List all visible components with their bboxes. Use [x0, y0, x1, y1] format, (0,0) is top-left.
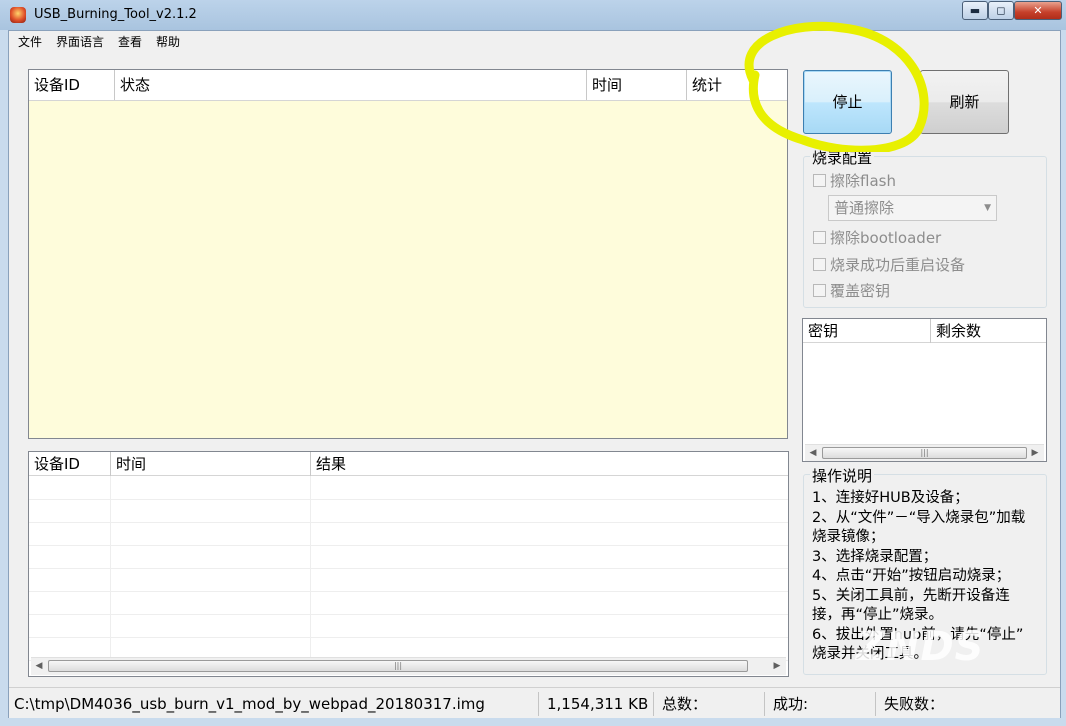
burn-config-title: 烧录配置: [810, 147, 875, 168]
menu-view[interactable]: 查看: [118, 33, 142, 50]
scroll-thumb[interactable]: |||: [48, 660, 748, 672]
key-hscrollbar[interactable]: ◀ ||| ▶: [805, 444, 1044, 461]
column-stats[interactable]: 统计: [687, 70, 787, 100]
status-bar: C:\tmp\DM4036_usb_burn_v1_mod_by_webpad_…: [9, 687, 1060, 718]
table-cell-divider: [110, 476, 111, 499]
column-device-id[interactable]: 设备ID: [29, 452, 111, 476]
minimize-button[interactable]: ▬: [962, 1, 988, 20]
table-cell-divider: [310, 545, 311, 568]
window-title: USB_Burning_Tool_v2.1.2: [34, 7, 197, 22]
instruction-line: 5、关闭工具前，先断开设备连: [812, 587, 1010, 604]
checkbox-icon[interactable]: [813, 174, 826, 187]
status-fail: 失败数：: [884, 695, 945, 713]
erase-mode-value: 普通擦除: [834, 199, 895, 217]
column-device-id[interactable]: 设备ID: [29, 70, 115, 100]
instruction-line: 2、从“文件”－“导入烧录包”加载: [812, 509, 1026, 526]
table-cell-divider: [310, 568, 311, 591]
scroll-right-icon[interactable]: ▶: [1027, 445, 1043, 461]
app-icon: [10, 7, 26, 23]
menu-file[interactable]: 文件: [18, 33, 42, 50]
column-time[interactable]: 时间: [587, 70, 687, 100]
status-success: 成功:: [768, 692, 876, 716]
scroll-left-icon[interactable]: ◀: [31, 658, 47, 675]
menu-help[interactable]: 帮助: [156, 33, 180, 50]
instruction-line: 1、连接好HUB及设备；: [812, 490, 969, 506]
scroll-thumb[interactable]: |||: [822, 447, 1027, 459]
column-status[interactable]: 状态: [115, 70, 587, 100]
table-row[interactable]: [29, 568, 788, 592]
chevron-down-icon: ▼: [984, 203, 991, 213]
table-cell-divider: [110, 591, 111, 614]
reboot-after-label: 烧录成功后重启设备: [830, 256, 966, 274]
result-table-header: 设备ID 时间 结果: [29, 452, 788, 476]
menu-bar: 文件 界面语言 查看 帮助: [9, 31, 1060, 51]
scroll-left-icon[interactable]: ◀: [805, 445, 821, 461]
refresh-button[interactable]: 刷新: [920, 70, 1009, 134]
close-button[interactable]: ✕: [1014, 1, 1062, 20]
erase-bootloader-checkbox[interactable]: 擦除bootloader: [813, 227, 941, 248]
checkbox-icon[interactable]: [813, 284, 826, 297]
status-file-path: C:\tmp\DM4036_usb_burn_v1_mod_by_webpad_…: [9, 692, 539, 716]
table-row[interactable]: [29, 522, 788, 546]
key-table-header: 密钥 剩余数: [803, 319, 1046, 343]
table-row[interactable]: [29, 545, 788, 569]
result-hscrollbar[interactable]: ◀ ||| ▶: [31, 657, 786, 675]
device-table[interactable]: 设备ID 状态 时间 统计: [28, 69, 788, 439]
erase-flash-label: 擦除flash: [830, 172, 896, 190]
menu-language[interactable]: 界面语言: [56, 33, 104, 50]
overwrite-key-label: 覆盖密钥: [830, 282, 891, 300]
column-time[interactable]: 时间: [111, 452, 311, 476]
instruction-line: 接，再“停止”烧录。: [812, 607, 944, 623]
instruction-line: 4、点击“开始”按钮启动烧录；: [812, 568, 1011, 584]
instructions-title: 操作说明: [810, 465, 875, 486]
scroll-right-icon[interactable]: ▶: [769, 658, 785, 675]
key-table[interactable]: 密钥 剩余数 ◀ ||| ▶: [802, 318, 1047, 462]
checkbox-icon[interactable]: [813, 258, 826, 271]
table-row[interactable]: [29, 614, 788, 638]
title-bar[interactable]: USB_Burning_Tool_v2.1.2 ▬ ◻ ✕: [0, 0, 1066, 30]
table-row[interactable]: [29, 499, 788, 523]
column-result[interactable]: 结果: [311, 452, 788, 476]
table-cell-divider: [110, 614, 111, 637]
instruction-line: 烧录镜像；: [812, 529, 885, 545]
table-cell-divider: [310, 614, 311, 637]
checkbox-icon[interactable]: [813, 231, 826, 244]
table-row[interactable]: [29, 476, 788, 500]
client-area: 文件 界面语言 查看 帮助 设备ID 状态 时间 统计 设备ID 时间 结果 ◀: [8, 30, 1061, 718]
table-row[interactable]: [29, 591, 788, 615]
status-total: 总数：: [657, 692, 765, 716]
table-cell-divider: [110, 522, 111, 545]
reboot-after-checkbox[interactable]: 烧录成功后重启设备: [813, 254, 965, 275]
table-cell-divider: [110, 499, 111, 522]
table-cell-divider: [110, 568, 111, 591]
erase-bootloader-label: 擦除bootloader: [830, 229, 942, 247]
table-cell-divider: [310, 522, 311, 545]
overwrite-key-checkbox[interactable]: 覆盖密钥: [813, 280, 890, 301]
maximize-button[interactable]: ◻: [988, 1, 1014, 20]
table-cell-divider: [310, 499, 311, 522]
table-cell-divider: [310, 476, 311, 499]
status-file-size: 1,154,311 KB: [542, 692, 654, 716]
result-table[interactable]: 设备ID 时间 结果 ◀ ||| ▶: [28, 451, 789, 677]
erase-flash-checkbox[interactable]: 擦除flash: [813, 170, 896, 191]
device-table-header: 设备ID 状态 时间 统计: [29, 70, 787, 101]
column-remaining[interactable]: 剩余数: [931, 319, 1046, 343]
table-cell-divider: [310, 591, 311, 614]
instruction-line: 3、选择烧录配置；: [812, 548, 938, 565]
column-key[interactable]: 密钥: [803, 319, 931, 343]
erase-mode-select[interactable]: 普通擦除 ▼: [828, 195, 997, 221]
table-cell-divider: [110, 545, 111, 568]
watermark-logo: ZNDS: [856, 624, 985, 670]
app-window: USB_Burning_Tool_v2.1.2 ▬ ◻ ✕ 文件 界面语言 查看…: [0, 0, 1066, 726]
stop-button[interactable]: 停止: [803, 70, 892, 134]
